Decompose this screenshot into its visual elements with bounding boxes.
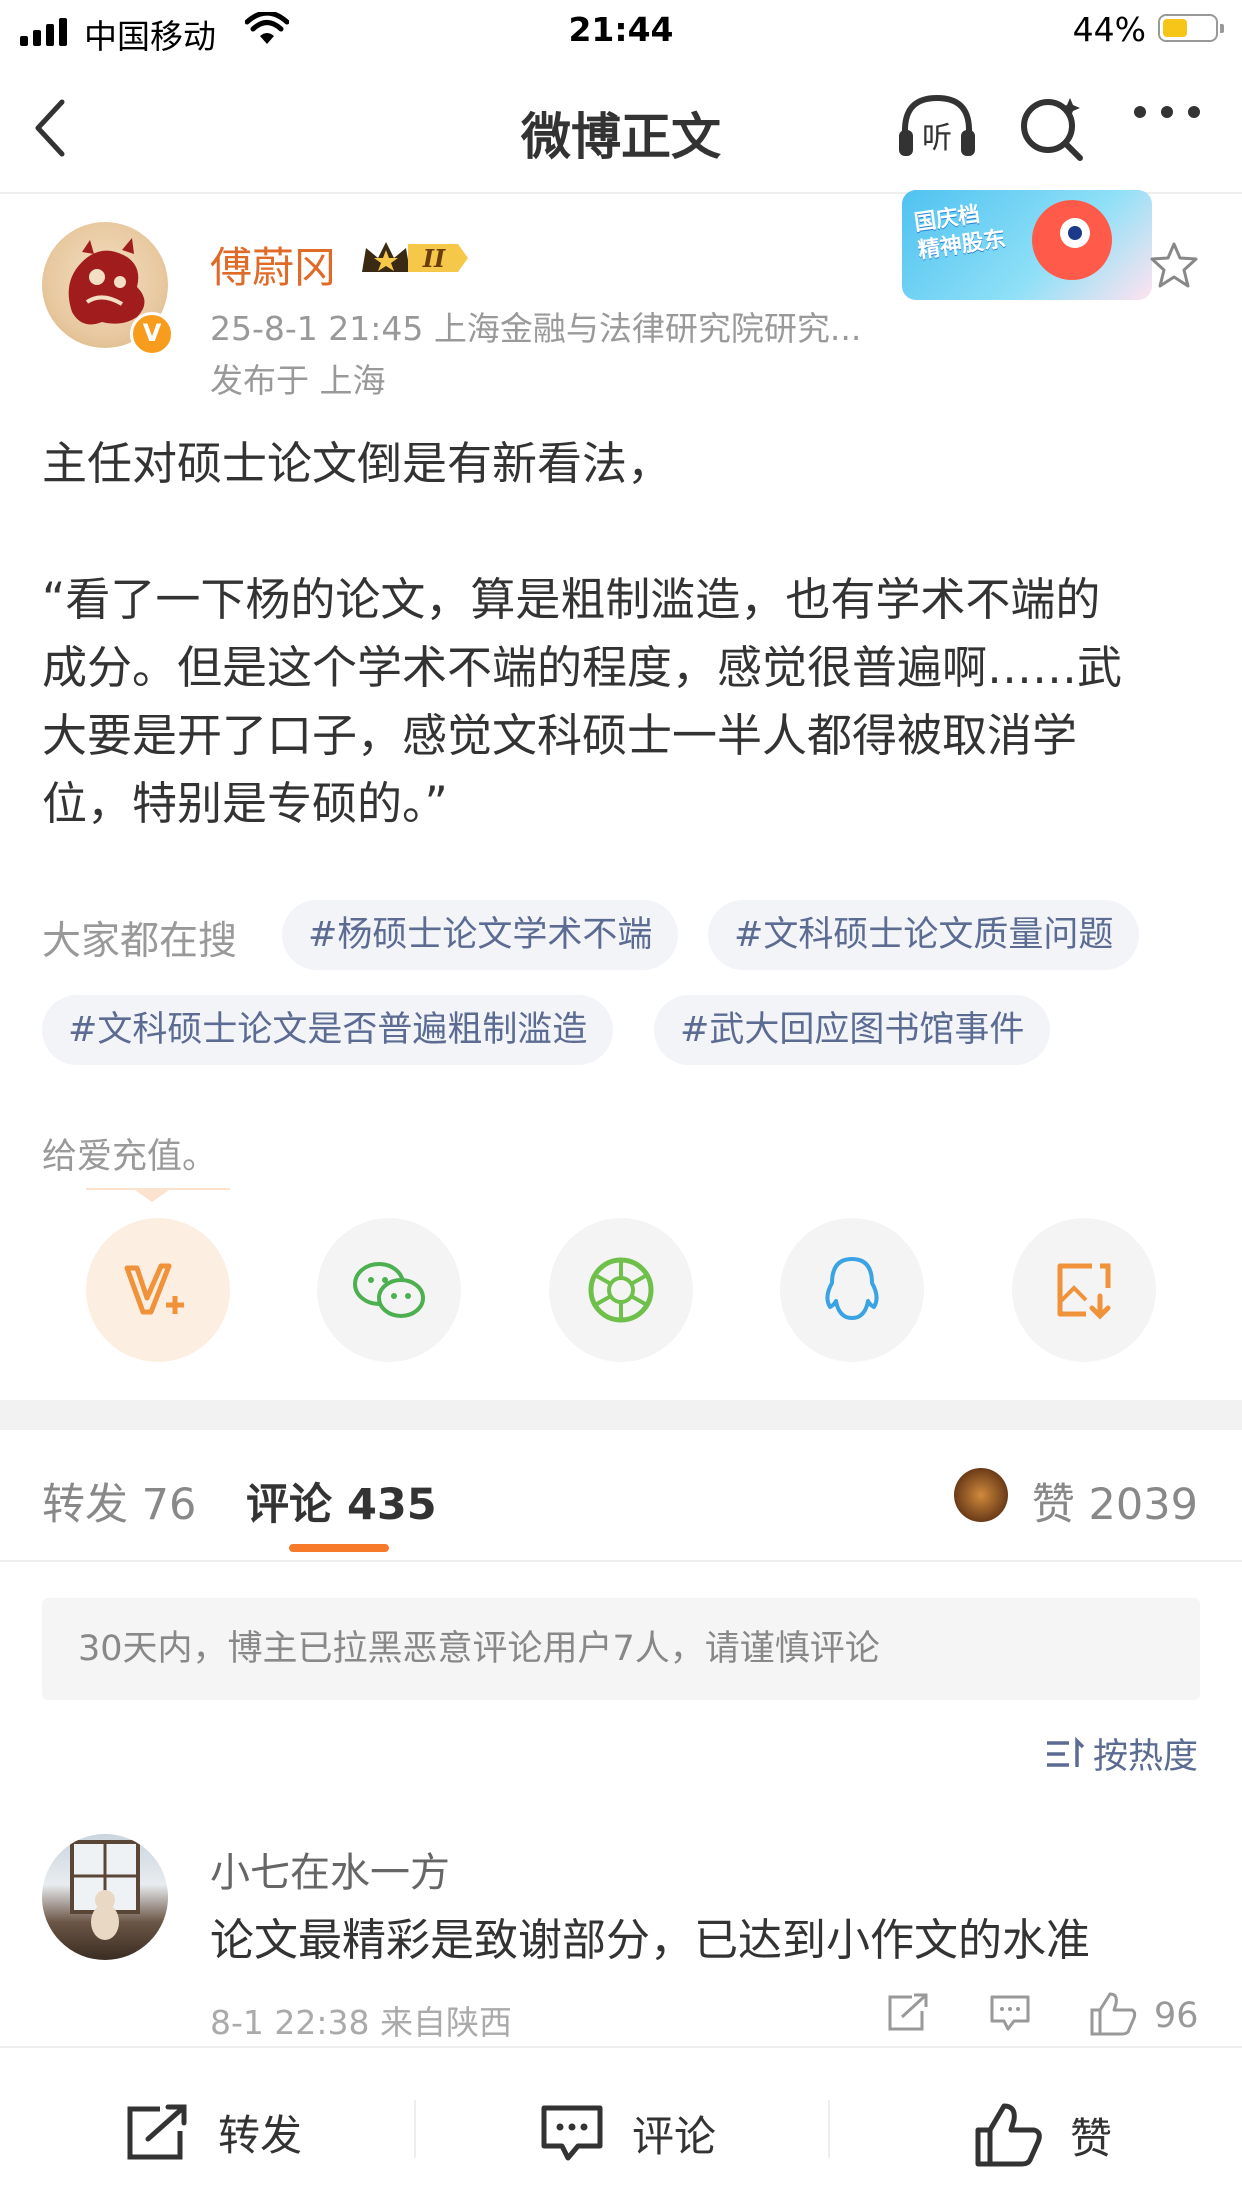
pointer-arrow — [132, 1188, 172, 1202]
vip-charge-button[interactable] — [86, 1218, 230, 1362]
promo-text: 国庆档 精神股东 — [912, 202, 1008, 264]
post-meta: 25-8-1 21:45 上海金融与法律研究院研究... — [210, 309, 862, 348]
tab-likes[interactable]: 赞 2039 — [1032, 1470, 1198, 1532]
save-image-icon — [1057, 1263, 1111, 1320]
comment-icon — [541, 2105, 603, 2161]
status-bar: 中国移动 21:44 44% — [0, 0, 1242, 62]
sort-icon — [1046, 1736, 1085, 1767]
star-outline-icon — [1150, 242, 1198, 288]
commenter-name[interactable]: 小七在水一方 — [210, 1840, 450, 1898]
tab-comments[interactable]: 评论 435 — [246, 1470, 437, 1532]
trending-search-label: 大家都在搜 — [42, 919, 238, 964]
more-button[interactable] — [1132, 102, 1202, 126]
active-tab-indicator — [289, 1544, 389, 1552]
content-line: 大要是开了口子，感觉文科硕士一半人都得被取消学 — [42, 709, 1078, 762]
thumbs-up-icon — [975, 2103, 1042, 2167]
nav-bar: 微博正文 听 — [0, 62, 1242, 194]
share-icon — [888, 1993, 928, 2031]
repost-button[interactable]: 转发 — [124, 2102, 302, 2163]
share-qq-button[interactable] — [780, 1218, 924, 1362]
listen-button[interactable]: 听 — [895, 92, 979, 166]
comment-text: 论文最精彩是致谢部分，已达到小作文的水准 — [210, 1915, 1090, 1966]
thumbs-up-icon — [1090, 1992, 1137, 2036]
comment-time: 8-1 22:38 来自陕西 — [210, 2003, 512, 2042]
cat-window-photo-icon — [70, 1840, 140, 1940]
content-line: 成分。但是这个学术不端的程度，感觉很普遍啊……武 — [42, 641, 1123, 694]
post-content: 主任对硕士论文倒是有新看法， “看了一下杨的论文，算是粗制滥造，也有学术不端的 … — [42, 430, 1202, 838]
comment-notice: 30天内，博主已拉黑恶意评论用户7人，请谨慎评论 — [42, 1598, 1200, 1700]
comment-icon — [990, 1995, 1030, 2031]
battery-icon — [1158, 14, 1224, 42]
search-tag[interactable]: #杨硕士论文学术不端 — [282, 900, 679, 970]
comment-like-count: 96 — [1154, 1996, 1199, 2036]
clock: 21:44 — [568, 10, 674, 49]
comment-label: 评论 — [632, 2111, 717, 2161]
content-line: “看了一下杨的论文，算是粗制滥造，也有学术不端的 — [42, 573, 1101, 626]
liker-avatar — [954, 1468, 1008, 1522]
favorite-button[interactable] — [1148, 240, 1200, 294]
moments-icon — [588, 1257, 654, 1323]
content-line: 主任对硕士论文倒是有新看法， — [42, 437, 673, 490]
verified-badge: V — [130, 312, 174, 356]
level-text: II — [422, 244, 446, 273]
battery-percent: 44% — [1072, 10, 1146, 49]
like-label: 赞 — [1070, 2113, 1113, 2163]
qq-icon — [825, 1257, 879, 1320]
share-moments-button[interactable] — [549, 1218, 693, 1362]
member-level-badge[interactable]: II — [358, 236, 470, 284]
share-wechat-button[interactable] — [317, 1218, 461, 1362]
repost-icon — [127, 2104, 187, 2159]
more-dots-icon — [1134, 106, 1200, 118]
sort-button[interactable]: 按热度 — [1045, 1728, 1198, 1779]
comment-reply-button[interactable] — [988, 1993, 1032, 2037]
promo-banner[interactable]: 国庆档 精神股东 — [902, 190, 1152, 300]
search-tag[interactable]: #文科硕士论文是否普遍粗制滥造 — [42, 995, 614, 1065]
comment-like-button[interactable] — [1088, 1990, 1138, 2040]
section-divider — [0, 1400, 1242, 1430]
headphones-icon: 听 — [899, 94, 975, 156]
wechat-icon — [353, 1262, 425, 1318]
post-location: 发布于 上海 — [210, 361, 386, 400]
tab-repost[interactable]: 转发 76 — [42, 1470, 196, 1532]
crown-icon: II — [362, 242, 468, 273]
repost-label: 转发 — [218, 2111, 303, 2160]
charge-text: 给爱充值。 — [42, 1137, 218, 1177]
content-line: 位，特别是专硕的。” — [42, 777, 448, 830]
bottom-toolbar: 转发 评论 赞 — [0, 2046, 1242, 2210]
comment-button[interactable]: 评论 — [538, 2102, 716, 2164]
listen-label: 听 — [922, 121, 952, 156]
author-name[interactable]: 傅蔚冈 — [210, 234, 336, 295]
like-button[interactable]: 赞 — [974, 2102, 1112, 2168]
search-tag[interactable]: #文科硕士论文质量问题 — [708, 900, 1140, 970]
search-button[interactable] — [1018, 94, 1088, 168]
search-tag[interactable]: #武大回应图书馆事件 — [654, 995, 1051, 1065]
commenter-avatar[interactable] — [42, 1834, 168, 1960]
save-image-button[interactable] — [1012, 1218, 1156, 1362]
search-icon — [1021, 98, 1083, 161]
sort-label: 按热度 — [1092, 1737, 1198, 1777]
comment-share-button[interactable] — [886, 1993, 930, 2037]
vip-charge-icon — [124, 1263, 184, 1315]
